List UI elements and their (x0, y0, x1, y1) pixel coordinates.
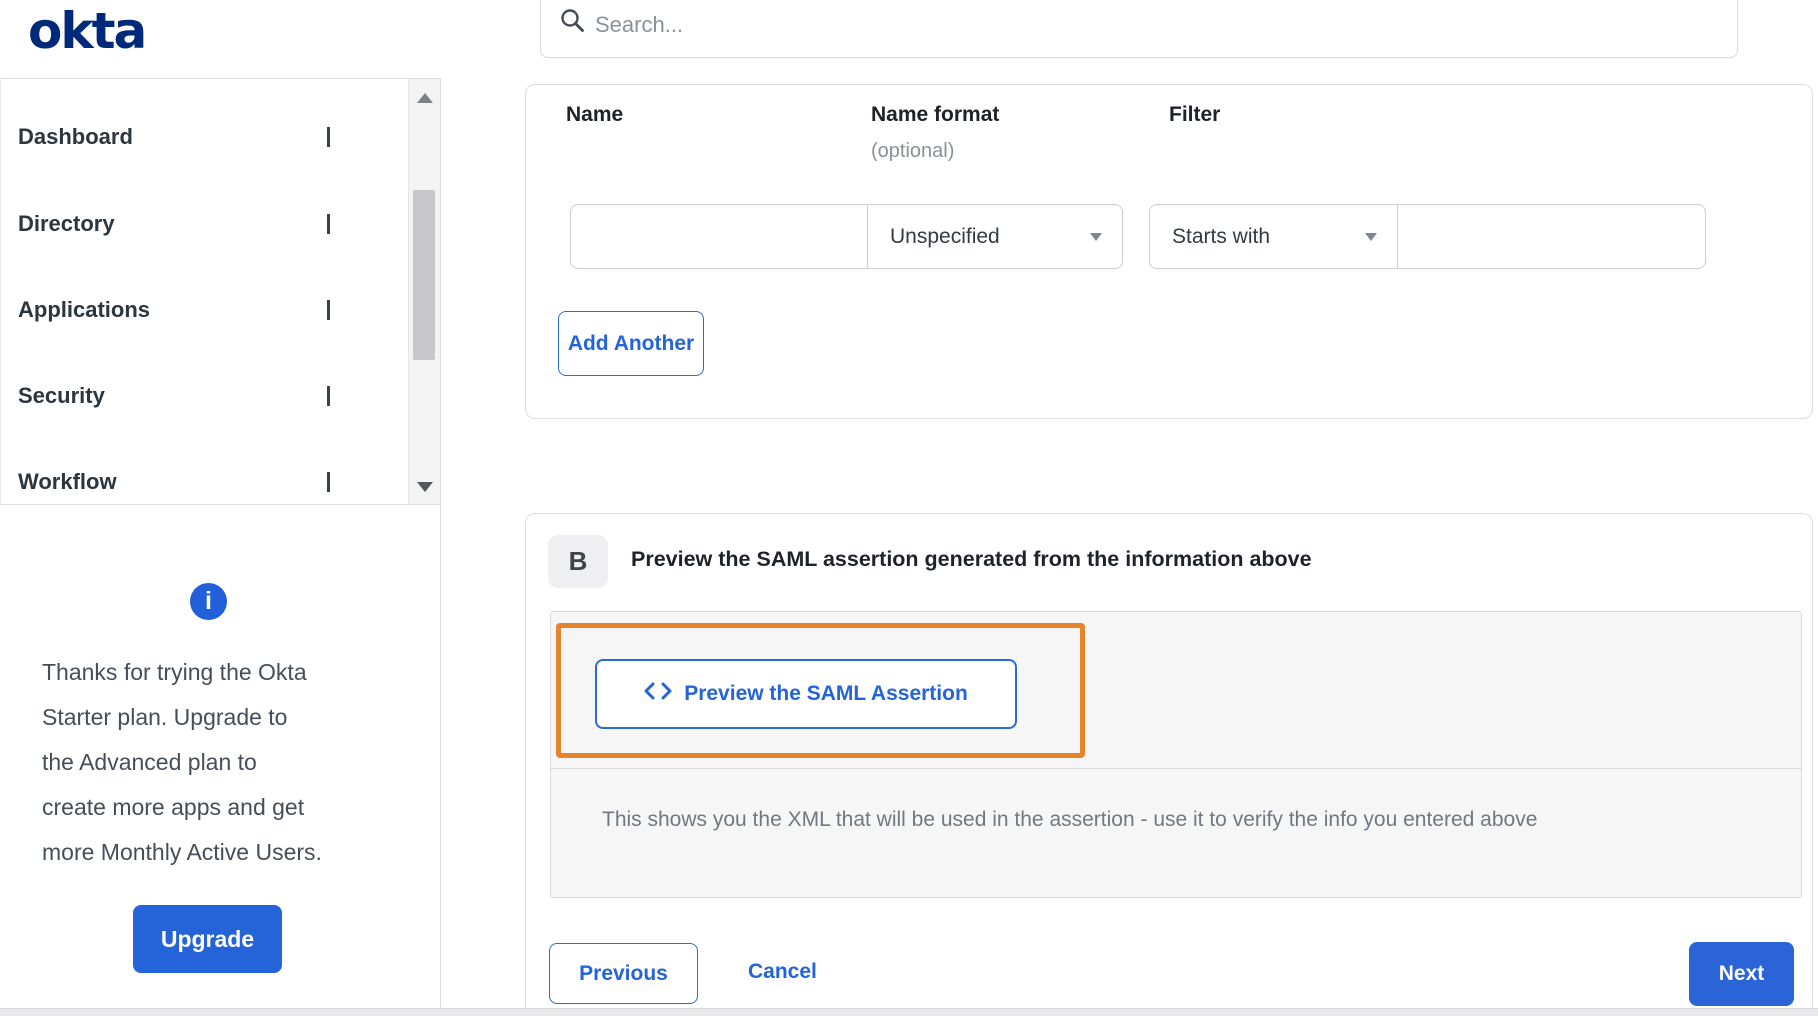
code-icon (644, 682, 672, 706)
next-button[interactable]: Next (1689, 942, 1794, 1006)
preview-assertion-card: B Preview the SAML assertion generated f… (525, 513, 1813, 1016)
preview-section-title: Preview the SAML assertion generated fro… (631, 547, 1312, 571)
attribute-statements-card: Name Name format (optional) Filter Unspe… (525, 84, 1813, 419)
chevron-down-icon (327, 127, 347, 147)
dropdown-caret-icon (1090, 233, 1102, 241)
sidebar-item-dashboard[interactable]: Dashboard (0, 115, 405, 159)
preview-button-label: Preview the SAML Assertion (684, 682, 968, 705)
name-format-column-label: Name format (871, 103, 1000, 126)
scroll-down-icon[interactable] (417, 482, 433, 492)
global-search[interactable] (540, 0, 1738, 58)
filter-value-input[interactable] (1397, 204, 1706, 269)
sidebar-item-workflow[interactable]: Workflow (0, 460, 405, 504)
step-b-badge: B (548, 535, 608, 588)
preview-panel: Preview the SAML Assertion This shows yo… (550, 611, 1802, 898)
name-format-select[interactable]: Unspecified (867, 204, 1123, 269)
filter-type-selected-value: Starts with (1172, 224, 1271, 248)
okta-logo: okta (28, 2, 147, 60)
sidebar-item-directory[interactable]: Directory (0, 202, 405, 246)
search-input[interactable] (593, 1, 1697, 49)
sidebar-item-label: Security (18, 383, 105, 408)
viewport-bottom-strip (0, 1008, 1818, 1016)
sidebar-item-label: Applications (18, 297, 151, 322)
okta-admin-screen: okta Dashboard Directory Applications Se… (0, 0, 1818, 1016)
upsell-line: Starter plan. Upgrade to (42, 704, 288, 730)
upsell-line: the Advanced plan to (42, 749, 257, 775)
sidebar-right-divider (440, 78, 441, 1008)
cancel-link[interactable]: Cancel (748, 960, 817, 984)
sidebar-item-label: Workflow (18, 469, 117, 494)
upsell-line: create more apps and get (42, 794, 305, 820)
chevron-down-icon (327, 214, 347, 234)
sidebar-item-label: Dashboard (18, 124, 133, 149)
panel-divider (551, 768, 1801, 769)
chevron-down-icon (327, 472, 347, 492)
preview-saml-assertion-button[interactable]: Preview the SAML Assertion (595, 659, 1017, 729)
info-icon: i (190, 583, 227, 620)
scroll-up-icon[interactable] (417, 93, 433, 103)
scrollbar-thumb[interactable] (413, 190, 435, 360)
sidebar-item-applications[interactable]: Applications (0, 288, 405, 332)
filter-column-label: Filter (1169, 103, 1221, 126)
sidebar-scrollbar[interactable] (408, 79, 440, 504)
name-format-optional-label: (optional) (871, 140, 955, 162)
search-icon (559, 7, 587, 40)
sidebar-item-security[interactable]: Security (0, 374, 405, 418)
name-column-label: Name (566, 103, 624, 126)
add-another-button[interactable]: Add Another (558, 311, 704, 376)
upsell-line: more Monthly Active Users. (42, 839, 322, 865)
upsell-line: Thanks for trying the Okta (42, 659, 307, 685)
attribute-name-input[interactable] (570, 204, 868, 269)
preview-note-text: This shows you the XML that will be used… (602, 808, 1538, 831)
chevron-down-icon (327, 386, 347, 406)
previous-button[interactable]: Previous (549, 943, 698, 1004)
upsell-message: Thanks for trying the Okta Starter plan.… (42, 650, 382, 875)
dropdown-caret-icon (1365, 233, 1377, 241)
filter-type-select[interactable]: Starts with (1149, 204, 1398, 269)
name-format-selected-value: Unspecified (890, 224, 1000, 248)
upgrade-button[interactable]: Upgrade (133, 905, 282, 973)
chevron-down-icon (327, 300, 347, 320)
sidebar-item-label: Directory (18, 211, 115, 236)
